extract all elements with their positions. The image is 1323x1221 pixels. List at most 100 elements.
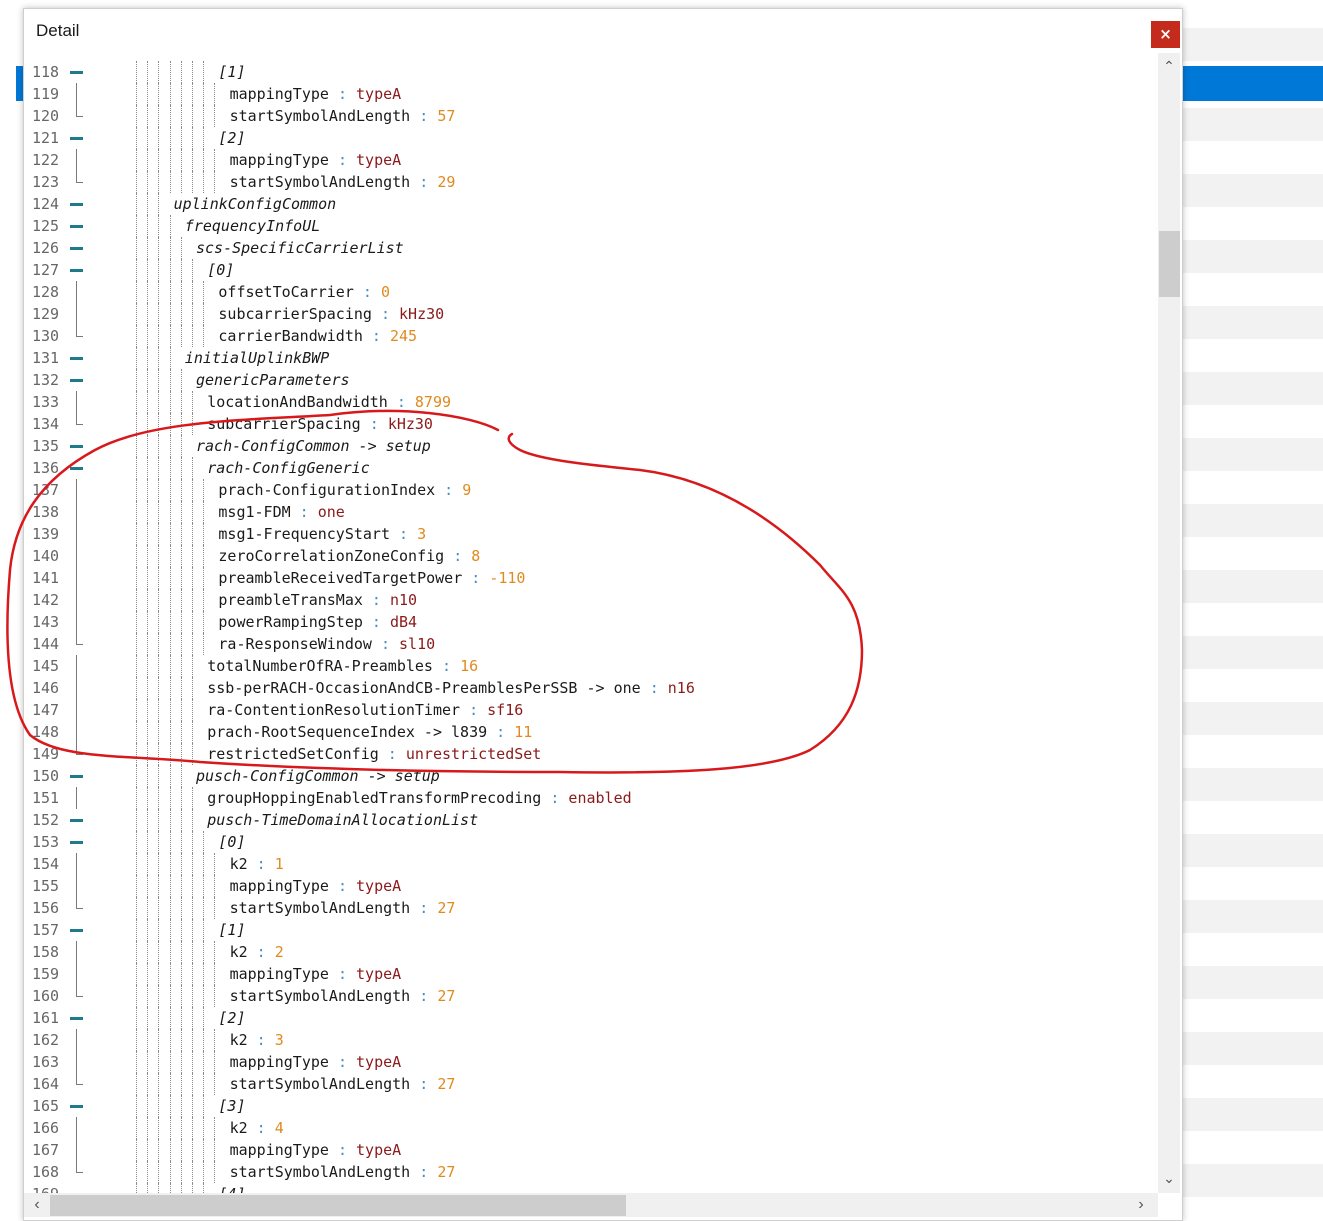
indent-guide xyxy=(214,985,216,1007)
fold-toggle-icon[interactable] xyxy=(70,765,86,787)
code-line[interactable]: 135 rach-ConfigCommon -> setup xyxy=(24,435,1154,457)
fold-toggle-icon[interactable] xyxy=(70,193,86,215)
code-line[interactable]: 131 initialUplinkBWP xyxy=(24,347,1154,369)
indent-guide xyxy=(147,875,149,897)
fold-toggle-icon[interactable] xyxy=(70,1007,86,1029)
code-text: locationAndBandwidth : 8799 xyxy=(207,391,451,413)
code-line[interactable]: 118 [1] xyxy=(24,61,1154,83)
code-editor[interactable]: 118 [1] 119 mappingType : typeA 120 startSymb… xyxy=(24,53,1158,1193)
vertical-scrollbar[interactable]: ⌃ ⌄ xyxy=(1158,53,1180,1193)
code-line[interactable]: 155 mappingType : typeA xyxy=(24,875,1154,897)
code-line[interactable]: 166 k2 : 4 xyxy=(24,1117,1154,1139)
code-line[interactable]: 121 [2] xyxy=(24,127,1154,149)
fold-toggle-icon[interactable] xyxy=(70,61,86,83)
code-line[interactable]: 127 [0] xyxy=(24,259,1154,281)
code-line[interactable]: 147 ra-ContentionResolutionTimer : sf16 xyxy=(24,699,1154,721)
code-line[interactable]: 150 pusch-ConfigCommon -> setup xyxy=(24,765,1154,787)
indent-guide xyxy=(192,699,194,721)
code-line[interactable]: 153 [0] xyxy=(24,831,1154,853)
numeric-value: 16 xyxy=(460,657,479,675)
code-line[interactable]: 168 startSymbolAndLength : 27 xyxy=(24,1161,1154,1183)
code-line[interactable]: 143 powerRampingStep : dB4 xyxy=(24,611,1154,633)
scroll-right-icon[interactable]: › xyxy=(1130,1193,1152,1217)
code-line[interactable]: 119 mappingType : typeA xyxy=(24,83,1154,105)
fold-toggle-icon[interactable] xyxy=(70,457,86,479)
code-line[interactable]: 124 uplinkConfigCommon xyxy=(24,193,1154,215)
code-line[interactable]: 132 genericParameters xyxy=(24,369,1154,391)
code-line[interactable]: 163 mappingType : typeA xyxy=(24,1051,1154,1073)
fold-toggle-icon[interactable] xyxy=(70,369,86,391)
code-line[interactable]: 120 startSymbolAndLength : 57 xyxy=(24,105,1154,127)
scroll-down-icon[interactable]: ⌄ xyxy=(1158,1167,1180,1189)
code-line[interactable]: 137 prach-ConfigurationIndex : 9 xyxy=(24,479,1154,501)
indent-guide xyxy=(192,787,194,809)
code-line[interactable]: 165 [3] xyxy=(24,1095,1154,1117)
scroll-left-icon[interactable]: ‹ xyxy=(26,1193,48,1217)
fold-toggle-icon[interactable] xyxy=(70,1183,86,1193)
code-line[interactable]: 160 startSymbolAndLength : 27 xyxy=(24,985,1154,1007)
code-line[interactable]: 146 ssb-perRACH-OccasionAndCB-PreamblesPe… xyxy=(24,677,1154,699)
vertical-scroll-thumb[interactable] xyxy=(1159,231,1180,297)
fold-guide-icon xyxy=(70,589,86,611)
indent-guide xyxy=(192,457,194,479)
fold-toggle-icon[interactable] xyxy=(70,215,86,237)
indent-guide xyxy=(203,105,205,127)
code-line[interactable]: 142 preambleTransMax : n10 xyxy=(24,589,1154,611)
code-line[interactable]: 126 scs-SpecificCarrierList xyxy=(24,237,1154,259)
code-line[interactable]: 134 subcarrierSpacing : kHz30 xyxy=(24,413,1154,435)
code-line[interactable]: 158 k2 : 2 xyxy=(24,941,1154,963)
code-line[interactable]: 148 prach-RootSequenceIndex -> l839 : 11 xyxy=(24,721,1154,743)
code-line[interactable]: 156 startSymbolAndLength : 27 xyxy=(24,897,1154,919)
horizontal-scrollbar[interactable]: ‹ › xyxy=(24,1193,1158,1217)
code-line[interactable]: 138 msg1-FDM : one xyxy=(24,501,1154,523)
code-line[interactable]: 123 startSymbolAndLength : 29 xyxy=(24,171,1154,193)
close-button[interactable]: × xyxy=(1151,21,1180,48)
code-line[interactable]: 159 mappingType : typeA xyxy=(24,963,1154,985)
code-line[interactable]: 130 carrierBandwidth : 245 xyxy=(24,325,1154,347)
code-line[interactable]: 125 frequencyInfoUL xyxy=(24,215,1154,237)
code-line[interactable]: 157 [1] xyxy=(24,919,1154,941)
code-line[interactable]: 129 subcarrierSpacing : kHz30 xyxy=(24,303,1154,325)
numeric-value: 29 xyxy=(437,173,456,191)
code-line[interactable]: 169 [4] xyxy=(24,1183,1154,1193)
code-line[interactable]: 133 locationAndBandwidth : 8799 xyxy=(24,391,1154,413)
horizontal-scroll-thumb[interactable] xyxy=(50,1195,626,1216)
fold-toggle-icon[interactable] xyxy=(70,127,86,149)
fold-toggle-icon[interactable] xyxy=(70,259,86,281)
fold-toggle-icon[interactable] xyxy=(70,237,86,259)
code-line[interactable]: 164 startSymbolAndLength : 27 xyxy=(24,1073,1154,1095)
fold-toggle-icon[interactable] xyxy=(70,1095,86,1117)
code-line[interactable]: 136 rach-ConfigGeneric xyxy=(24,457,1154,479)
fold-toggle-icon[interactable] xyxy=(70,435,86,457)
code-line[interactable]: 140 zeroCorrelationZoneConfig : 8 xyxy=(24,545,1154,567)
code-line[interactable]: 167 mappingType : typeA xyxy=(24,1139,1154,1161)
separator: : xyxy=(353,283,381,301)
background-row xyxy=(1182,108,1323,141)
fold-toggle-icon[interactable] xyxy=(70,919,86,941)
background-row xyxy=(1182,702,1323,735)
indent-guide xyxy=(158,963,160,985)
fold-toggle-icon[interactable] xyxy=(70,347,86,369)
line-number: 143 xyxy=(32,613,60,631)
separator: : xyxy=(371,635,400,653)
code-line[interactable]: 139 msg1-FrequencyStart : 3 xyxy=(24,523,1154,545)
code-line[interactable]: 154 k2 : 1 xyxy=(24,853,1154,875)
code-line[interactable]: 128 offsetToCarrier : 0 xyxy=(24,281,1154,303)
code-line[interactable]: 141 preambleReceivedTargetPower : -110 xyxy=(24,567,1154,589)
indent-guide xyxy=(192,919,194,941)
code-line[interactable]: 144 ra-ResponseWindow : sl10 xyxy=(24,633,1154,655)
code-line[interactable]: 151 groupHoppingEnabledTransformPrecoding… xyxy=(24,787,1154,809)
field-name: carrierBandwidth xyxy=(218,327,363,345)
code-line[interactable]: 162 k2 : 3 xyxy=(24,1029,1154,1051)
code-line[interactable]: 122 mappingType : typeA xyxy=(24,149,1154,171)
background-row-selected[interactable] xyxy=(1182,66,1323,101)
code-line[interactable]: 152 pusch-TimeDomainAllocationList xyxy=(24,809,1154,831)
fold-guide-icon xyxy=(70,699,86,721)
code-line[interactable]: 161 [2] xyxy=(24,1007,1154,1029)
code-text: [2] xyxy=(218,127,245,149)
fold-toggle-icon[interactable] xyxy=(70,809,86,831)
scroll-up-icon[interactable]: ⌃ xyxy=(1158,55,1180,77)
fold-toggle-icon[interactable] xyxy=(70,831,86,853)
code-line[interactable]: 149 restrictedSetConfig : unrestrictedSet xyxy=(24,743,1154,765)
code-line[interactable]: 145 totalNumberOfRA-Preambles : 16 xyxy=(24,655,1154,677)
